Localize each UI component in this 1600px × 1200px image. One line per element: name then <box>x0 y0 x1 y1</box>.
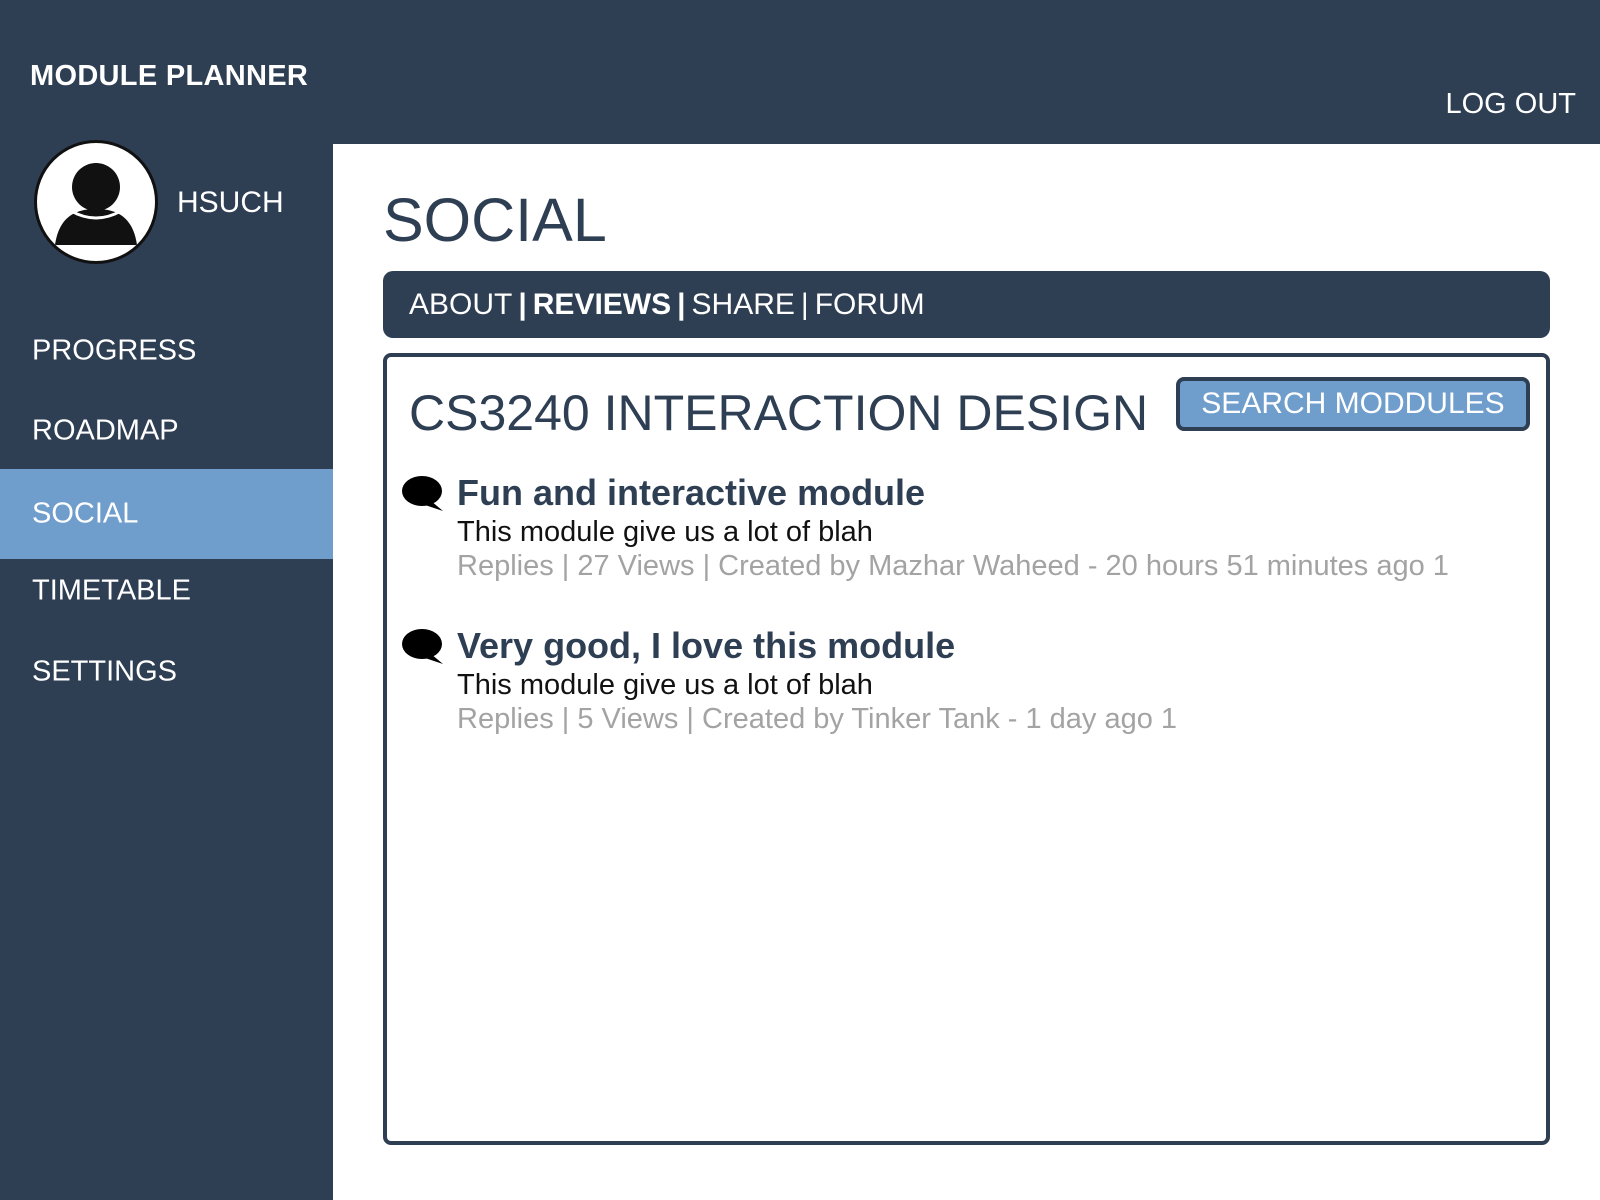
speech-bubble-icon <box>402 476 443 511</box>
sidebar-item-progress[interactable]: PROGRESS <box>0 306 333 396</box>
sidebar-item-settings[interactable]: SETTINGS <box>0 627 333 717</box>
tab-reviews[interactable]: REVIEWS <box>533 288 671 321</box>
review-title[interactable]: Fun and interactive module <box>457 473 925 513</box>
page-title: SOCIAL <box>383 186 607 254</box>
avatar[interactable] <box>34 140 158 264</box>
search-modules-button[interactable]: SEARCH MODDULES <box>1176 377 1530 431</box>
tab-bar: ABOUT | REVIEWS | SHARE | FORUM <box>383 271 1550 338</box>
review-meta: Replies | 27 Views | Created by Mazhar W… <box>457 550 1449 582</box>
review-meta: Replies | 5 Views | Created by Tinker Ta… <box>457 703 1178 735</box>
sidebar-item-label: ROADMAP <box>32 414 179 447</box>
review-body: This module give us a lot of blah <box>457 516 873 548</box>
tab-forum[interactable]: FORUM <box>815 288 925 321</box>
tab-share[interactable]: SHARE <box>692 288 795 321</box>
sidebar-item-roadmap[interactable]: ROADMAP <box>0 386 333 476</box>
sidebar-item-timetable[interactable]: TIMETABLE <box>0 546 333 636</box>
sidebar-item-label: SOCIAL <box>32 497 139 530</box>
module-title: CS3240 INTERACTION DESIGN <box>409 385 1149 441</box>
speech-bubble-icon <box>402 629 443 664</box>
review-body: This module give us a lot of blah <box>457 669 873 701</box>
review-title[interactable]: Very good, I love this module <box>457 626 955 666</box>
sidebar-item-label: TIMETABLE <box>32 574 191 607</box>
tab-separator: | <box>800 288 809 321</box>
tab-about[interactable]: ABOUT <box>409 288 512 321</box>
logout-link[interactable]: LOG OUT <box>1445 88 1576 121</box>
sidebar: PROGRESS ROADMAP SOCIAL TIMETABLE SETTIN… <box>0 144 333 1200</box>
sidebar-item-label: SETTINGS <box>32 655 178 688</box>
username: HSUCH <box>177 186 284 219</box>
tab-separator: | <box>677 288 686 321</box>
user-silhouette-icon <box>55 163 137 245</box>
app-title: MODULE PLANNER <box>30 60 309 92</box>
top-bar: MODULE PLANNER LOG OUT <box>0 0 1600 144</box>
sidebar-item-label: PROGRESS <box>32 334 197 367</box>
reviews-panel: CS3240 INTERACTION DESIGN SEARCH MODDULE… <box>383 353 1550 1145</box>
tab-separator: | <box>518 288 527 321</box>
